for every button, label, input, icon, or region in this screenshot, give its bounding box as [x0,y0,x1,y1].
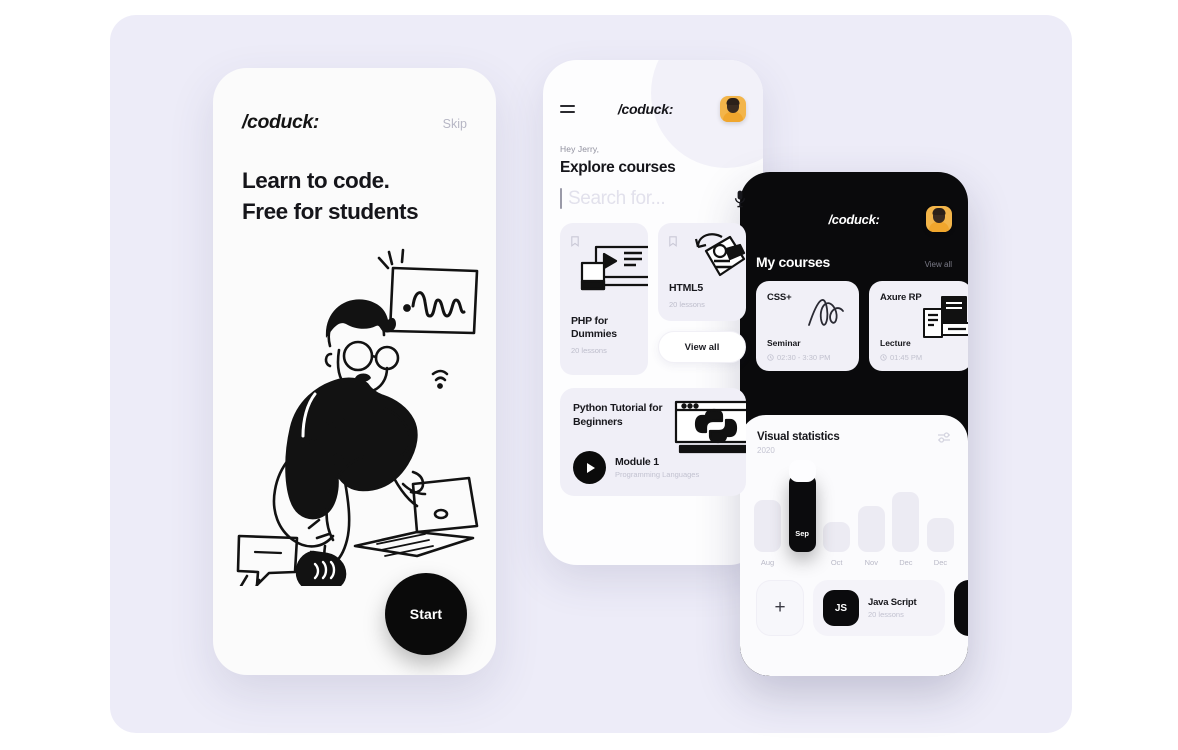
phone-dashboard: /coduck: My courses View all CSS+ Semina… [740,172,968,676]
chart-bar[interactable]: Oct [823,522,851,567]
chart-bar[interactable]: Aug [754,500,781,567]
quick-actions-row: + JS Java Script 20 lessons [740,567,968,636]
view-all-button[interactable]: View all [658,331,746,363]
bookmark-icon[interactable] [669,236,677,247]
course-type: Lecture [880,338,911,348]
course-lessons: 20 lessons [669,300,705,309]
explore-topbar: /coduck: [560,96,746,122]
explore-content: /coduck: Hey Jerry, Explore courses Sear… [543,60,763,496]
js-card-text: Java Script 20 lessons [868,597,917,619]
statistics-header: Visual statistics [740,415,968,443]
play-icon[interactable] [573,451,606,484]
squiggle-doodle [808,299,844,326]
chart-bar-highlighted[interactable]: Sep Sep [788,460,816,567]
chart-bar-label: Dec [933,558,948,567]
course-title: HTML5 [669,281,703,294]
chart-bar-active-label: Sep [795,529,809,538]
course-card-css[interactable]: CSS+ Seminar 02:30 - 3:30 PM [756,281,859,371]
chart-bar-label: Oct [830,558,843,567]
start-button[interactable]: Start [385,573,467,655]
python-browser-icon [674,400,746,454]
course-card-html5[interactable]: HTML5 20 lessons [658,223,746,321]
course-time: 01:45 PM [880,353,922,362]
chart-bar[interactable]: Nov [857,506,885,567]
right-column: HTML5 20 lessons View all [658,223,746,363]
module-title: Module 1 [615,456,659,468]
course-title: PHP for Dummies [571,314,617,340]
statistics-panel: Visual statistics 2020 Aug Sep Oct Nov D… [740,415,968,676]
dashboard-topbar: /coduck: [740,172,968,232]
chart-bar[interactable]: Dec [892,492,920,567]
chart-bar-label: Aug [760,558,775,567]
course-cards-row: PHP for Dummies 20 lessons HTML5 20 less… [560,223,746,375]
course-lessons: 20 lessons [868,610,904,619]
chart-bar-label: Nov [864,558,878,567]
chart-bar-cap [788,460,816,482]
document-phone-icon [694,233,746,277]
course-time: 02:30 - 3:30 PM [767,353,830,362]
module-category: Programming Languages [615,470,700,479]
visual-statistics-chart: Aug Sep Sep Oct Nov [754,460,954,567]
headline-line-1: Learn to code. [242,168,390,193]
phone-explore: /coduck: Hey Jerry, Explore courses Sear… [543,60,763,565]
screenshot-stage: /coduck: Skip Learn to code. Free for st… [0,0,1178,750]
section-title: My courses [756,254,831,270]
clock-icon [880,354,887,361]
skip-button[interactable]: Skip [443,117,467,131]
user-avatar[interactable] [720,96,746,122]
my-courses-header: My courses View all [740,232,968,270]
featured-course-card[interactable]: Python Tutorial for Beginners Module 1 P… [560,388,746,496]
clock-icon [767,354,774,361]
user-avatar[interactable] [926,206,952,232]
course-card-axure[interactable]: Axure RP Lecture 01:45 PM [869,281,968,371]
add-course-button[interactable]: + [756,580,804,636]
search-placeholder: Search for... [568,188,666,209]
greeting-text: Hey Jerry, [560,144,600,154]
js-badge: JS [823,590,859,626]
phone-onboarding: /coduck: Skip Learn to code. Free for st… [213,68,496,675]
course-card-php[interactable]: PHP for Dummies 20 lessons [560,223,648,375]
avatar-hair [726,98,740,105]
headline-line-2: Free for students [242,198,419,224]
avatar-body [723,112,743,122]
module-text: Module 1 Programming Languages [615,456,699,479]
course-type: Seminar [767,338,801,348]
chart-bar-label: Dec [899,558,913,567]
avatar-hair [932,208,946,215]
my-courses-row: CSS+ Seminar 02:30 - 3:30 PM Axure RP Le… [740,270,968,371]
onboarding-topbar: /coduck: Skip [213,68,496,134]
avatar-body [929,222,949,232]
sliders-filter-icon[interactable] [937,431,951,443]
text-cursor [560,188,562,209]
course-lessons: 20 lessons [571,346,607,355]
course-time-text: 02:30 - 3:30 PM [777,353,831,362]
search-input[interactable]: Search for... [560,188,746,209]
brand-logo: /coduck: [828,211,880,227]
featured-title: Python Tutorial for Beginners [573,402,663,429]
course-time-text: 01:45 PM [890,353,923,362]
brand-logo: /coduck: [617,101,674,117]
person-sitting-with-laptop-illustration [236,248,479,586]
module-play-row: Module 1 Programming Languages [573,451,699,484]
statistics-title: Visual statistics [757,431,840,443]
page-title: Learn to code. Free for students [213,134,496,227]
chart-bar[interactable]: Dec [926,518,954,567]
course-title: Java Script [868,597,917,608]
brand-logo: /coduck: [242,111,319,133]
page-title: Explore courses [560,159,676,176]
course-card-partial[interactable] [954,580,968,636]
devices-icon [923,296,968,338]
view-all-button[interactable]: View all [925,260,952,269]
play-window-icon [580,245,648,291]
statistics-year: 2020 [757,446,775,455]
microphone-icon[interactable] [734,190,746,208]
course-card-javascript[interactable]: JS Java Script 20 lessons [813,580,945,636]
